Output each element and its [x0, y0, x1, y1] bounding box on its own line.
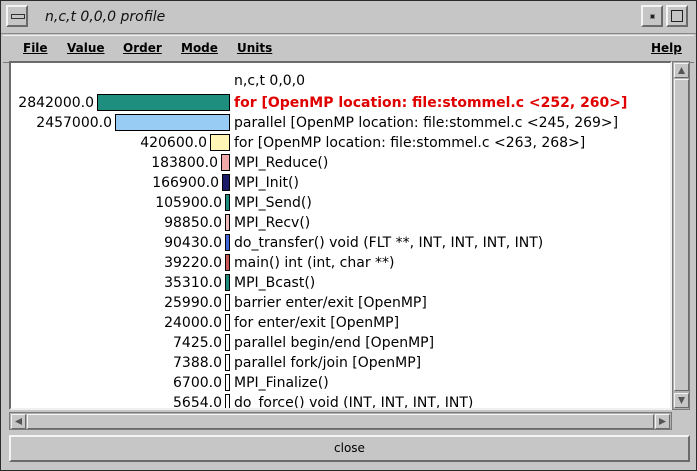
profile-bar[interactable] — [225, 294, 230, 311]
profile-value: 7388.0 — [173, 355, 222, 371]
profile-label[interactable]: main() int (int, char **) — [234, 255, 395, 271]
profile-row[interactable]: 39220.0 main() int (int, char **) — [11, 253, 666, 273]
profile-value: 35310.0 — [164, 275, 222, 291]
profile-row[interactable]: 7388.0 parallel fork/join [OpenMP] — [11, 353, 666, 373]
profile-label[interactable]: do_force() void (INT, INT, INT, INT) — [234, 395, 473, 408]
profile-bar[interactable] — [225, 374, 230, 391]
profile-row[interactable]: 25990.0 barrier enter/exit [OpenMP] — [11, 293, 666, 313]
profile-row[interactable]: 98850.0 MPI_Recv() — [11, 213, 666, 233]
profile-label[interactable]: MPI_Finalize() — [234, 375, 329, 391]
profile-bar[interactable] — [225, 334, 230, 351]
horizontal-scroll-thumb[interactable] — [27, 414, 654, 429]
profile-value: 98850.0 — [164, 215, 222, 231]
horizontal-scrollbar[interactable] — [9, 412, 672, 430]
profile-label[interactable]: for enter/exit [OpenMP] — [234, 315, 399, 331]
profile-label[interactable]: for [OpenMP location: file:stommel.c <26… — [234, 135, 585, 151]
profile-bar[interactable] — [225, 314, 230, 331]
profile-row[interactable]: 105900.0 MPI_Send() — [11, 193, 666, 213]
title-bar[interactable]: n,c,t 0,0,0 profile — [1, 1, 696, 34]
profile-value: 39220.0 — [164, 255, 222, 271]
profile-label[interactable]: parallel begin/end [OpenMP] — [234, 335, 434, 351]
profile-value: 6700.0 — [173, 375, 222, 391]
profile-row[interactable]: 7425.0 parallel begin/end [OpenMP] — [11, 333, 666, 353]
profile-row[interactable]: 166900.0 MPI_Init() — [11, 173, 666, 193]
profile-label[interactable]: do_transfer() void (FLT **, INT, INT, IN… — [234, 235, 543, 251]
menu-value[interactable]: Value — [67, 41, 105, 55]
profile-bar[interactable] — [221, 154, 230, 171]
profile-bar[interactable] — [225, 394, 230, 408]
vertical-scroll-thumb[interactable] — [674, 79, 689, 391]
profile-value: 105900.0 — [155, 195, 222, 211]
profile-row[interactable]: 35310.0 MPI_Bcast() — [11, 273, 666, 293]
profile-value: 24000.0 — [164, 315, 222, 331]
profile-row[interactable]: 90430.0 do_transfer() void (FLT **, INT, … — [11, 233, 666, 253]
close-button[interactable]: close — [9, 435, 690, 462]
profile-label[interactable]: barrier enter/exit [OpenMP] — [234, 295, 427, 311]
profile-bar[interactable] — [225, 214, 230, 231]
scroll-up-arrow-icon[interactable] — [674, 63, 689, 78]
profile-label[interactable]: MPI_Reduce() — [234, 155, 328, 171]
menu-bar: File Value Order Mode Units Help — [3, 35, 694, 63]
profile-bar[interactable] — [225, 354, 230, 371]
profile-bar[interactable] — [115, 114, 230, 131]
profile-label[interactable]: MPI_Recv() — [234, 215, 310, 231]
profile-row[interactable]: 24000.0 for enter/exit [OpenMP] — [11, 313, 666, 333]
profile-value: 166900.0 — [152, 175, 219, 191]
profile-bar[interactable] — [97, 94, 230, 111]
profile-value: 2842000.0 — [18, 95, 94, 111]
profile-row[interactable]: 5654.0 do_force() void (INT, INT, INT, IN… — [11, 393, 666, 410]
maximize-button[interactable] — [666, 5, 688, 27]
profile-row[interactable]: 6700.0 MPI_Finalize() — [11, 373, 666, 393]
profile-panel: n,c,t 0,0,0 2842000.0 for [OpenMP locatio… — [9, 61, 672, 410]
profile-bar[interactable] — [210, 134, 230, 151]
profile-label[interactable]: MPI_Bcast() — [234, 275, 315, 291]
profile-bar[interactable] — [225, 274, 230, 291]
profile-bar[interactable] — [222, 174, 230, 191]
menu-help[interactable]: Help — [651, 41, 682, 55]
profile-value: 420600.0 — [140, 135, 207, 151]
menu-units[interactable]: Units — [237, 41, 272, 55]
window-title: n,c,t 0,0,0 profile — [45, 9, 166, 25]
profile-value: 90430.0 — [164, 235, 222, 251]
profile-label[interactable]: parallel fork/join [OpenMP] — [234, 355, 421, 371]
profile-row[interactable]: 2457000.0 parallel [OpenMP location: file… — [11, 113, 666, 133]
vertical-scrollbar[interactable] — [672, 61, 690, 410]
profile-header: n,c,t 0,0,0 — [234, 73, 306, 89]
profile-label[interactable]: MPI_Send() — [234, 195, 312, 211]
scroll-down-arrow-icon[interactable] — [674, 393, 689, 408]
profile-value: 2457000.0 — [36, 115, 112, 131]
profile-value: 7425.0 — [173, 335, 222, 351]
menu-file[interactable]: File — [23, 41, 48, 55]
profile-label[interactable]: parallel [OpenMP location: file:stommel.… — [234, 115, 618, 131]
profile-window: n,c,t 0,0,0 profile File Value Order Mod… — [0, 0, 697, 471]
menu-mode[interactable]: Mode — [181, 41, 218, 55]
profile-value: 5654.0 — [173, 395, 222, 410]
minimize-button[interactable] — [641, 5, 663, 27]
profile-value: 183800.0 — [151, 155, 218, 171]
profile-bar[interactable] — [225, 254, 230, 271]
scroll-right-arrow-icon[interactable] — [655, 414, 670, 429]
profile-bar[interactable] — [225, 234, 230, 251]
profile-row[interactable]: 420600.0 for [OpenMP location: file:stomm… — [11, 133, 666, 153]
profile-label[interactable]: for [OpenMP location: file:stommel.c <25… — [234, 95, 627, 111]
profile-bar[interactable] — [225, 194, 230, 211]
profile-label[interactable]: MPI_Init() — [234, 175, 299, 191]
window-menu-button[interactable] — [6, 5, 28, 27]
profile-row[interactable]: 2842000.0 for [OpenMP location: file:stom… — [11, 93, 666, 113]
profile-value: 25990.0 — [164, 295, 222, 311]
scroll-left-arrow-icon[interactable] — [11, 414, 26, 429]
profile-row[interactable]: 183800.0 MPI_Reduce() — [11, 153, 666, 173]
menu-order[interactable]: Order — [123, 41, 162, 55]
